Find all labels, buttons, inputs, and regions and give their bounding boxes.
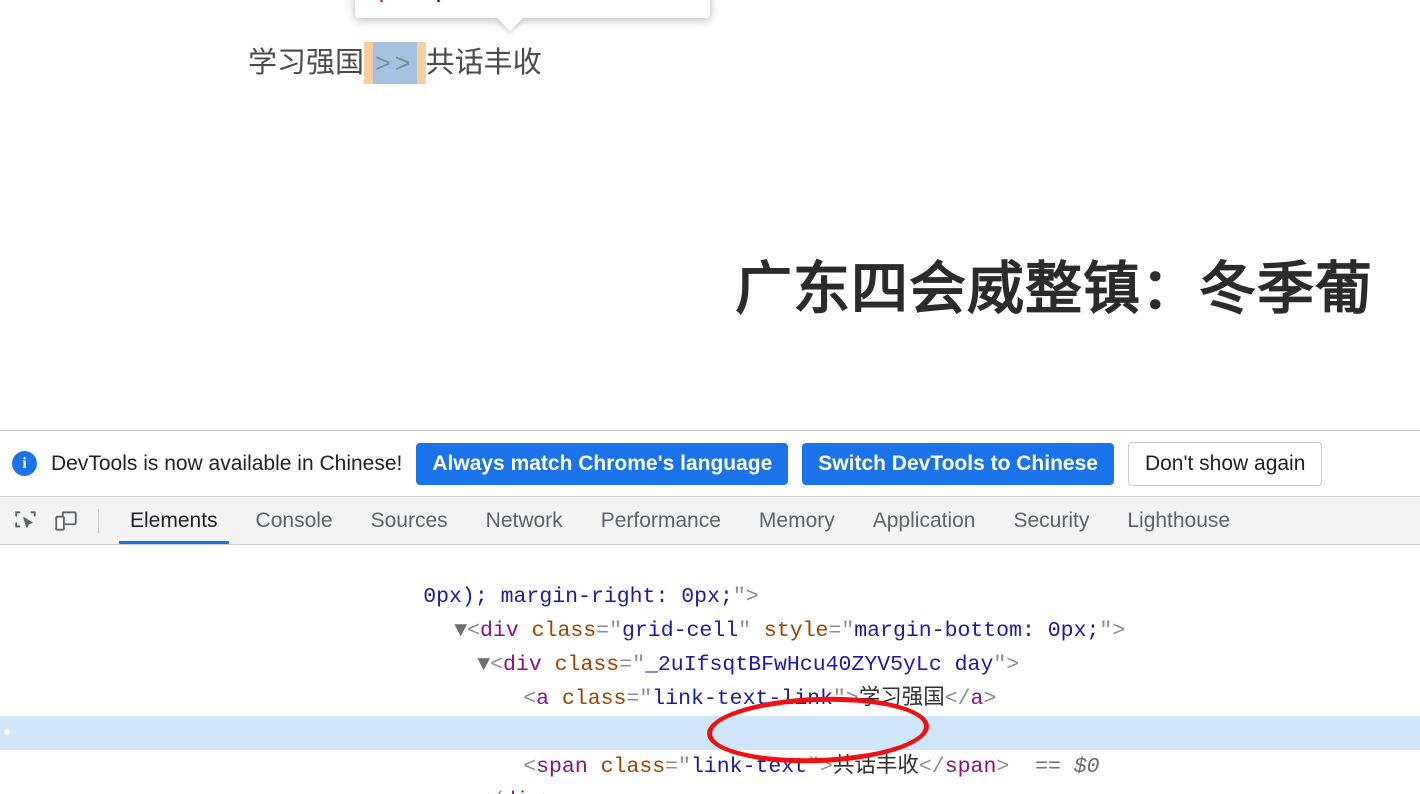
- devtools-tabbar: Elements Console Sources Network Perform…: [0, 497, 1420, 545]
- dom-line-separator-span[interactable]: <span class="separator">>></span>: [0, 682, 1420, 745]
- dom-line-continuation[interactable]: 0px); margin-right: 0px;">: [0, 546, 1420, 609]
- switch-devtools-to-chinese-button[interactable]: Switch DevTools to Chinese: [802, 442, 1114, 485]
- inspect-tooltip: span.separator 23.75 × 24: [355, 0, 710, 18]
- tab-console[interactable]: Console: [237, 497, 352, 544]
- toolbar-divider: [98, 508, 99, 533]
- dom-line-anchor[interactable]: <a class="link-text-link">学习强国</a>: [0, 648, 1420, 711]
- inspect-tooltip-class: .separator: [411, 0, 498, 2]
- inspect-tooltip-arrow: [496, 17, 524, 31]
- tab-memory-label: Memory: [758, 508, 835, 532]
- tab-sources[interactable]: Sources: [352, 497, 467, 544]
- tab-elements[interactable]: Elements: [111, 497, 237, 544]
- tab-console-label: Console: [255, 508, 333, 532]
- breadcrumb-current: 共话丰收: [425, 47, 542, 79]
- page-headline: 广东四会威整镇：冬季葡: [735, 257, 1373, 321]
- tab-performance-label: Performance: [600, 508, 721, 532]
- always-match-language-button[interactable]: Always match Chrome's language: [416, 442, 789, 485]
- inspect-tooltip-dimensions: 23.75 × 24: [508, 0, 589, 2]
- dom-line-close-div-inner[interactable]: </div>: [0, 750, 1420, 794]
- highlight-padding-right: [416, 42, 426, 84]
- dom-line-link-text-span[interactable]: <span class="link-text">共话丰收</span> == $…: [0, 716, 1420, 779]
- element-highlight-overlay: >>: [364, 42, 426, 84]
- breadcrumb-link[interactable]: 学习强国: [248, 42, 364, 84]
- inspect-tooltip-tag: span: [369, 0, 411, 2]
- dom-tree[interactable]: 0px); margin-right: 0px;"> ▼<div class="…: [0, 545, 1420, 794]
- dom-line-day-div[interactable]: ▼<div class="_2uIfsqtBFwHcu40ZYV5yLc day…: [0, 614, 1420, 677]
- tab-lighthouse-label: Lighthouse: [1127, 508, 1231, 532]
- tab-lighthouse[interactable]: Lighthouse: [1108, 497, 1249, 544]
- tab-network-label: Network: [485, 508, 563, 532]
- screenshot-root: span.separator 23.75 × 24 学习强国 >> 共话丰收 广…: [0, 0, 1420, 794]
- infobar-message: DevTools is now available in Chinese!: [51, 451, 403, 475]
- dont-show-again-button[interactable]: Don't show again: [1127, 441, 1323, 486]
- tab-application[interactable]: Application: [854, 497, 995, 544]
- tab-security[interactable]: Security: [994, 497, 1108, 544]
- tab-application-label: Application: [872, 508, 976, 532]
- breadcrumb-separator: >>: [373, 42, 417, 84]
- tab-elements-label: Elements: [130, 508, 218, 532]
- device-toolbar-icon[interactable]: [46, 501, 86, 541]
- tab-performance[interactable]: Performance: [582, 497, 740, 544]
- devtools-infobar: i DevTools is now available in Chinese! …: [0, 431, 1420, 497]
- breadcrumb: 学习强国 >> 共话丰收: [248, 42, 542, 84]
- dom-line-grid-cell[interactable]: ▼<div class="grid-cell" style="margin-bo…: [0, 580, 1420, 643]
- tab-memory[interactable]: Memory: [740, 497, 854, 544]
- inspect-element-icon[interactable]: [6, 501, 46, 541]
- highlight-padding-left: [364, 42, 374, 84]
- inspect-tooltip-selector: span.separator: [369, 0, 498, 3]
- info-icon: i: [12, 451, 37, 476]
- tab-sources-label: Sources: [370, 508, 448, 532]
- page-viewport: span.separator 23.75 × 24 学习强国 >> 共话丰收 广…: [0, 0, 1420, 430]
- dom-line-close-div-outer[interactable]: </div>: [0, 784, 1420, 794]
- tab-security-label: Security: [1013, 508, 1090, 532]
- tab-network[interactable]: Network: [467, 497, 582, 544]
- devtools-panel: i DevTools is now available in Chinese! …: [0, 430, 1420, 794]
